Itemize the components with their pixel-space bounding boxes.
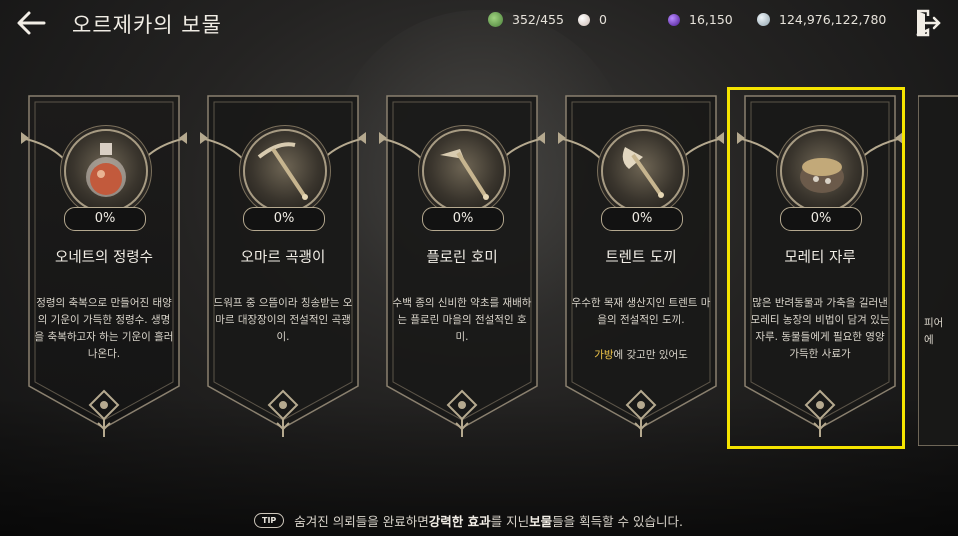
back-arrow-icon[interactable] — [14, 8, 48, 38]
tip-text: 들을 획득할 수 있습니다. — [552, 514, 684, 529]
tip-badge: TIP — [254, 513, 285, 528]
treasure-icon-medal — [601, 129, 685, 213]
treasure-name: 오네트의 정령수 — [55, 250, 153, 266]
treasure-icon-medal — [422, 129, 506, 213]
card-emblem-icon — [88, 389, 120, 437]
treasure-icon-medal — [243, 129, 327, 213]
potion-flask-icon — [86, 143, 126, 197]
partial-line: 피어 — [924, 317, 944, 329]
hoe-icon — [440, 149, 489, 200]
tip-text: 숨겨진 의뢰들을 완료하면 — [294, 514, 429, 529]
treasure-condition: 가방에 갖고만 있어도 — [568, 347, 714, 364]
treasure-name: 트렌트 도끼 — [605, 250, 677, 266]
resource-leaf-token: 352/455 — [488, 12, 564, 27]
progress-percent: 0% — [64, 207, 146, 231]
resource-value: 352/455 — [512, 12, 564, 27]
condition-text: 에 갖고만 있어도 — [613, 349, 688, 361]
progress-percent: 0% — [601, 207, 683, 231]
page-title: 오르제카의 보물 — [72, 13, 222, 37]
progress-percent: 0% — [422, 207, 504, 231]
partial-card-text: 피어 에 — [924, 315, 943, 349]
card-emblem-icon — [446, 389, 478, 437]
card-emblem-icon — [267, 389, 299, 437]
resource-value: 0 — [599, 12, 607, 27]
axe-icon — [622, 147, 664, 198]
tip-bold: 강력한 효과 — [428, 514, 491, 529]
treasure-card[interactable]: 0% 오네트의 정령수 정령의 축복으로 만들어진 태양의 기운이 가득한 정령… — [21, 86, 187, 446]
resource-purple-orb: 16,150 — [668, 12, 733, 27]
tip-text: 를 지닌 — [490, 514, 530, 529]
condition-highlight: 가방 — [594, 349, 614, 361]
silver-coin-icon — [757, 13, 770, 26]
treasure-card[interactable]: 0% 플로린 호미 수백 종의 신비한 약초를 재배하는 플로린 마을의 전설적… — [379, 86, 545, 446]
resource-value: 124,976,122,780 — [779, 12, 887, 27]
card-emblem-icon — [625, 389, 657, 437]
treasure-description: 드워프 중 으뜸이라 칭송받는 오마르 대장장이의 전설적인 곡괭이. — [213, 297, 353, 343]
pearl-icon — [578, 13, 590, 26]
treasure-description: 수백 종의 신비한 약초를 재배하는 플로린 마을의 전설적인 호미. — [392, 297, 532, 343]
treasure-card-partial[interactable]: 피어 에 — [918, 86, 958, 446]
pickaxe-icon — [257, 142, 308, 200]
treasure-card[interactable]: 0% 오마르 곡괭이 드워프 중 으뜸이라 칭송받는 오마르 대장장이의 전설적… — [200, 86, 366, 446]
treasure-card[interactable]: 0% 트렌트 도끼 우수한 목재 생산지인 트렌트 마을의 전설적인 도끼. 가… — [558, 86, 724, 446]
progress-percent: 0% — [243, 207, 325, 231]
treasure-name: 오마르 곡괭이 — [240, 250, 326, 266]
partial-line: 에 — [924, 334, 934, 346]
treasure-icon-medal — [64, 129, 148, 213]
tip-bold: 보물 — [529, 514, 553, 529]
exit-door-icon[interactable] — [912, 8, 942, 38]
selection-highlight — [727, 87, 905, 449]
purple-orb-icon — [668, 13, 680, 26]
treasure-description: 정령의 축복으로 만들어진 태양의 기운이 가득한 정령수. 생명을 축복하고자… — [34, 297, 174, 360]
treasure-name: 플로린 호미 — [426, 250, 498, 266]
treasure-description: 우수한 목재 생산지인 트렌트 마을의 전설적인 도끼. — [571, 297, 711, 326]
leaf-token-icon — [488, 12, 503, 27]
resource-value: 16,150 — [689, 12, 733, 27]
resource-silver-coin: 124,976,122,780 — [757, 12, 886, 27]
resource-pearl: 0 — [578, 12, 607, 27]
card-frame — [918, 95, 958, 446]
tip-bar: TIP 숨겨진 의뢰들을 완료하면 강력한 효과 를 지닌 보물 들을 획득할 … — [254, 511, 683, 530]
